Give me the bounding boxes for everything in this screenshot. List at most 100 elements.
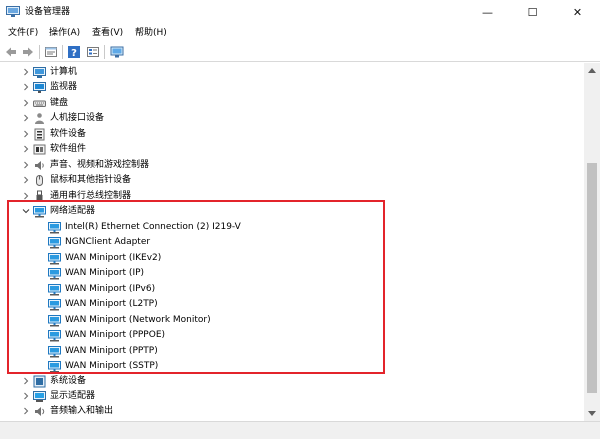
tree-item-system-devices[interactable]: 系统设备: [0, 374, 580, 389]
network-adapter-icon: [48, 267, 61, 280]
tree-child-label: NGNClient Adapter: [65, 237, 151, 247]
chevron-right-icon[interactable]: [21, 67, 31, 77]
system-device-icon: [33, 375, 46, 388]
chevron-right-icon[interactable]: [21, 406, 31, 416]
chevron-right-icon[interactable]: [21, 175, 31, 185]
menu-file[interactable]: 文件(F): [8, 27, 38, 39]
tree-item-label: 监视器: [50, 82, 78, 92]
chevron-right-icon[interactable]: [21, 160, 31, 170]
chevron-right-icon[interactable]: [21, 191, 31, 201]
help-icon[interactable]: ?: [67, 45, 81, 59]
scrollbar-thumb[interactable]: [587, 163, 597, 393]
network-adapter-icon: [33, 205, 46, 218]
scroll-down-button[interactable]: [584, 407, 600, 421]
tree-item-network-adapters[interactable]: 网络适配器: [0, 204, 580, 219]
chevron-right-icon[interactable]: [21, 144, 31, 154]
display-adapter-icon: [33, 390, 46, 403]
forward-arrow-icon[interactable]: [21, 45, 35, 59]
tree-item-label: 键盘: [50, 98, 69, 108]
tree-child-label: WAN Miniport (IPv6): [65, 284, 156, 294]
properties-icon[interactable]: [44, 45, 58, 59]
minimize-icon: —: [482, 5, 493, 19]
tree-child-item[interactable]: WAN Miniport (L2TP): [0, 297, 580, 312]
tree-item-label: 显示适配器: [50, 391, 96, 401]
tree-item-label: 声音、视频和游戏控制器: [50, 160, 150, 170]
chevron-right-icon[interactable]: [21, 129, 31, 139]
network-adapter-icon: [48, 345, 61, 358]
tree-child-item[interactable]: Intel(R) Ethernet Connection (2) I219-V: [0, 220, 580, 235]
minimize-button[interactable]: —: [465, 0, 510, 24]
tree-child-label: WAN Miniport (IP): [65, 268, 145, 278]
tree-child-item[interactable]: WAN Miniport (Network Monitor): [0, 313, 580, 328]
toolbar-separator: [62, 45, 63, 59]
arrow-up-icon: [588, 68, 596, 73]
toolbar-separator: [39, 45, 40, 59]
network-adapter-icon: [48, 314, 61, 327]
audio-icon: [33, 405, 46, 418]
tree-child-label: WAN Miniport (PPTP): [65, 346, 158, 356]
scroll-up-button[interactable]: [584, 63, 600, 77]
tree-child-item[interactable]: WAN Miniport (IP): [0, 266, 580, 281]
tree-item-keyboard[interactable]: 键盘: [0, 96, 580, 111]
tree-child-item[interactable]: WAN Miniport (PPPOE): [0, 328, 580, 343]
menu-bar: 文件(F) 操作(A) 查看(V) 帮助(H): [0, 24, 600, 42]
chevron-right-icon[interactable]: [21, 391, 31, 401]
tree-item-display-adapters[interactable]: 显示适配器: [0, 389, 580, 404]
hid-icon: [33, 112, 46, 125]
back-arrow-icon[interactable]: [4, 45, 18, 59]
tree-item-monitor[interactable]: 监视器: [0, 80, 580, 95]
title-bar: 设备管理器 — ☐ ✕: [0, 0, 600, 24]
device-manager-app-icon: [6, 6, 20, 17]
chevron-right-icon[interactable]: [21, 376, 31, 386]
tree-item-sound[interactable]: 声音、视频和游戏控制器: [0, 158, 580, 173]
tree-item-label: 软件组件: [50, 144, 87, 154]
tree-child-item[interactable]: WAN Miniport (IKEv2): [0, 251, 580, 266]
tree-item-label: 系统设备: [50, 376, 87, 386]
tree-item-software-component[interactable]: 软件组件: [0, 142, 580, 157]
tree-item-label: 人机接口设备: [50, 113, 105, 123]
menu-action[interactable]: 操作(A): [49, 27, 80, 39]
tree-child-label: WAN Miniport (SSTP): [65, 361, 159, 371]
usb-icon: [33, 190, 46, 203]
toolbar: ?: [0, 42, 600, 62]
svg-text:?: ?: [71, 48, 77, 59]
tree-item-software-device[interactable]: 软件设备: [0, 127, 580, 142]
view-icon[interactable]: [86, 45, 100, 59]
network-adapter-icon: [48, 360, 61, 373]
monitor-scan-icon[interactable]: [110, 45, 124, 59]
tree-child-item[interactable]: NGNClient Adapter: [0, 235, 580, 250]
software-component-icon: [33, 143, 46, 156]
vertical-scrollbar[interactable]: [584, 63, 600, 421]
speaker-icon: [33, 159, 46, 172]
tree-item-hid[interactable]: 人机接口设备: [0, 111, 580, 126]
computer-icon: [33, 66, 46, 79]
network-adapter-icon: [48, 298, 61, 311]
network-adapter-icon: [48, 252, 61, 265]
close-button[interactable]: ✕: [555, 0, 600, 24]
tree-item-computer[interactable]: 计算机: [0, 65, 580, 80]
chevron-down-icon[interactable]: [21, 206, 31, 216]
tree-item-usb[interactable]: 通用串行总线控制器: [0, 189, 580, 204]
chevron-right-icon[interactable]: [21, 98, 31, 108]
network-adapter-icon: [48, 283, 61, 296]
software-device-icon: [33, 128, 46, 141]
window-title: 设备管理器: [25, 7, 71, 17]
tree-item-audio-io[interactable]: 音频输入和输出: [0, 404, 580, 419]
tree-item-label: 计算机: [50, 67, 78, 77]
menu-help[interactable]: 帮助(H): [135, 27, 167, 39]
tree-child-label: WAN Miniport (L2TP): [65, 299, 158, 309]
tree-child-item[interactable]: WAN Miniport (SSTP): [0, 359, 580, 374]
chevron-right-icon[interactable]: [21, 113, 31, 123]
status-bar: [0, 421, 600, 439]
tree-item-label: 鼠标和其他指针设备: [50, 175, 132, 185]
tree-child-item[interactable]: WAN Miniport (PPTP): [0, 344, 580, 359]
tree-item-mouse[interactable]: 鼠标和其他指针设备: [0, 173, 580, 188]
maximize-button[interactable]: ☐: [510, 0, 555, 24]
maximize-icon: ☐: [527, 5, 538, 19]
chevron-right-icon[interactable]: [21, 82, 31, 92]
device-tree[interactable]: 计算机 监视器 键盘 人机接口设备 软件设备 软件组件 声音、视频和游戏控制器 …: [0, 63, 584, 421]
menu-view[interactable]: 查看(V): [92, 27, 123, 39]
tree-item-label: 音频输入和输出: [50, 406, 114, 416]
tree-child-label: WAN Miniport (Network Monitor): [65, 315, 211, 325]
tree-child-item[interactable]: WAN Miniport (IPv6): [0, 282, 580, 297]
